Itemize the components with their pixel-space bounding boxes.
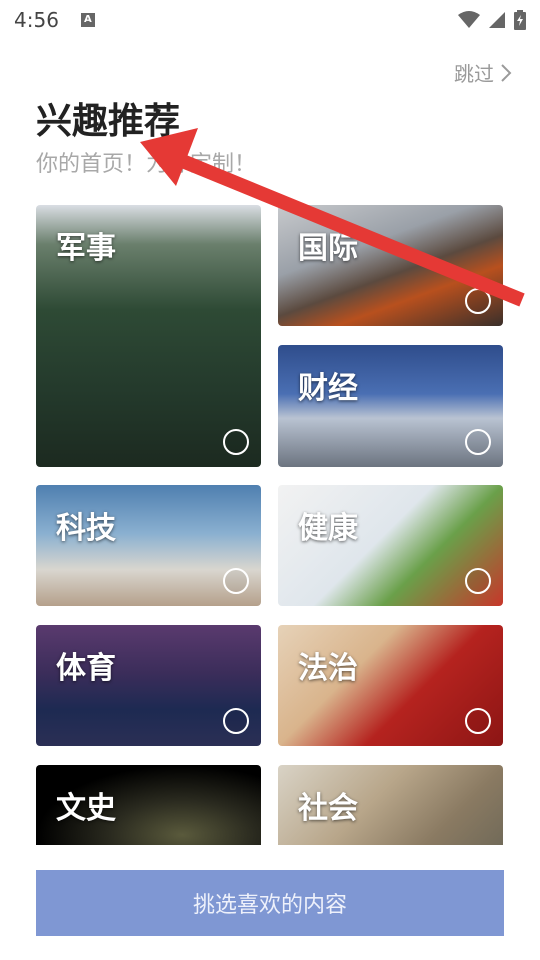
pick-favorites-button[interactable]: 挑选喜欢的内容: [36, 870, 504, 936]
category-label: 社会: [298, 791, 358, 826]
select-circle-icon[interactable]: [465, 708, 491, 734]
category-card-finance[interactable]: 财经: [278, 345, 503, 467]
category-grid: 军事 国际 财经 科技 健康 体育 法治 文史 社会: [36, 205, 503, 845]
category-label: 国际: [298, 231, 358, 266]
category-card-sports[interactable]: 体育: [36, 625, 261, 746]
status-icons: [458, 10, 526, 30]
select-circle-icon[interactable]: [465, 429, 491, 455]
skip-label: 跳过: [454, 62, 494, 86]
status-time: 4:56: [14, 8, 59, 32]
select-circle-icon[interactable]: [223, 708, 249, 734]
category-label: 法治: [298, 651, 358, 686]
category-card-military[interactable]: 军事: [36, 205, 261, 467]
category-label: 军事: [56, 231, 116, 266]
select-circle-icon[interactable]: [223, 429, 249, 455]
category-card-health[interactable]: 健康: [278, 485, 503, 606]
category-card-international[interactable]: 国际: [278, 205, 503, 326]
battery-icon: [514, 10, 526, 30]
notification-icon: A: [80, 13, 95, 27]
chevron-right-icon: [501, 63, 512, 82]
category-card-technology[interactable]: 科技: [36, 485, 261, 606]
select-circle-icon[interactable]: [465, 568, 491, 594]
status-bar: 4:56 A: [0, 0, 540, 40]
page-title: 兴趣推荐: [36, 101, 181, 142]
skip-button[interactable]: 跳过: [454, 58, 512, 87]
category-card-society[interactable]: 社会: [278, 765, 503, 845]
interest-recommendation-screen: 4:56 A 跳过 兴趣推荐 你的首页！为你定制！ 军事 国际 财经 科技 健康…: [0, 0, 540, 960]
category-label: 健康: [298, 511, 358, 546]
category-card-law[interactable]: 法治: [278, 625, 503, 746]
wifi-icon: [458, 11, 480, 28]
category-label: 财经: [298, 371, 358, 406]
page-subtitle: 你的首页！为你定制！: [36, 152, 257, 177]
signal-icon: [489, 12, 505, 28]
select-circle-icon[interactable]: [465, 288, 491, 314]
select-circle-icon[interactable]: [223, 568, 249, 594]
category-card-culture-history[interactable]: 文史: [36, 765, 261, 845]
category-label: 体育: [56, 651, 116, 686]
category-label: 文史: [56, 791, 116, 826]
category-label: 科技: [56, 511, 116, 546]
